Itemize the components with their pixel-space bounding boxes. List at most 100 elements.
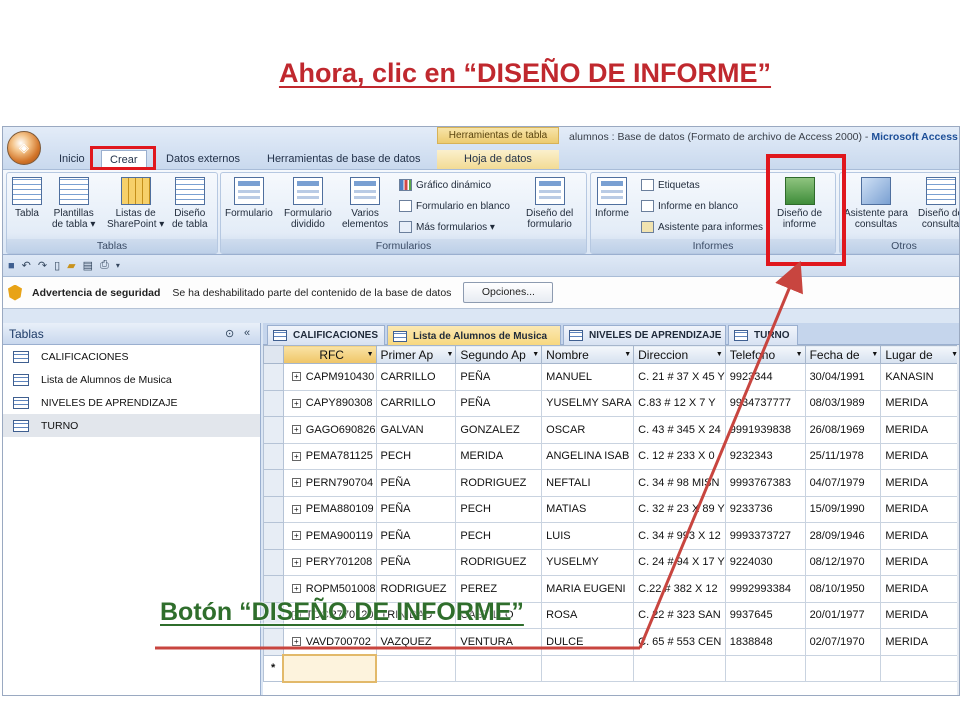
table-cell[interactable]: + PERN790704 xyxy=(282,469,377,497)
table-row[interactable]: + GAGO690826 GALVAN GONZALEZ OSCAR C. 43 # 34… xyxy=(263,416,959,444)
print-icon[interactable]: ⎙ xyxy=(100,259,109,272)
nav-item-niveles[interactable]: NIVELES DE APRENDIZAJE xyxy=(3,391,260,414)
table-cell[interactable]: C. 65 # 553 CEN xyxy=(633,628,726,656)
table-cell[interactable]: 9233736 xyxy=(724,495,806,523)
new-record-cell[interactable] xyxy=(375,654,457,682)
table-cell[interactable]: NEFTALI xyxy=(541,469,635,497)
table-cell[interactable]: ANGELINA ISAB xyxy=(541,442,635,470)
expand-row-icon[interactable]: + xyxy=(291,584,301,594)
table-cell[interactable]: ROSA xyxy=(541,601,635,629)
table-cell[interactable]: + CAPM910430 xyxy=(282,363,377,391)
table-cell[interactable]: MERIDA xyxy=(880,495,959,523)
new-record-cell[interactable] xyxy=(455,654,543,682)
table-cell[interactable]: 9934737777 xyxy=(724,389,806,417)
table-cell[interactable]: 08/10/1950 xyxy=(804,575,882,603)
options-button[interactable]: Opciones... xyxy=(463,282,554,303)
table-cell[interactable]: 15/09/1990 xyxy=(804,495,882,523)
formulario-blanco-button[interactable]: Formulario en blanco xyxy=(399,200,510,212)
undo-icon[interactable]: ↶ xyxy=(22,259,31,272)
row-selector[interactable] xyxy=(263,416,284,444)
table-cell[interactable]: MERIDA xyxy=(880,442,959,470)
expand-row-icon[interactable]: + xyxy=(291,398,301,408)
table-cell[interactable]: VAZQUEZ xyxy=(375,628,457,656)
tab-herramientas-bd[interactable]: Herramientas de base de datos xyxy=(267,150,420,169)
asistente-consultas-button[interactable]: Asistente para consultas xyxy=(844,177,908,230)
table-row[interactable]: + PERY701208 PEÑA RODRIGUEZ YUSELMY C. 24 # 9… xyxy=(263,548,959,576)
table-cell[interactable]: PEÑA xyxy=(375,522,457,550)
table-cell[interactable]: 9923344 xyxy=(724,363,806,391)
row-selector[interactable] xyxy=(263,495,284,523)
table-cell[interactable]: LUIS xyxy=(541,522,635,550)
table-cell[interactable]: KANASIN xyxy=(880,363,959,391)
table-cell[interactable]: MARIA EUGENI xyxy=(541,575,635,603)
table-cell[interactable]: 1838848 xyxy=(724,628,806,656)
table-row[interactable]: + VAVD700702 VAZQUEZ VENTURA DULCE C. 65 # 55… xyxy=(263,628,959,656)
collapse-pane-icon[interactable]: « xyxy=(244,327,250,339)
plantillas-tabla-button[interactable]: Plantillas de tabla ▾ xyxy=(52,177,95,230)
doctab-calificaciones[interactable]: CALIFICACIONES xyxy=(267,325,385,345)
table-cell[interactable]: C.83 # 12 X 7 Y xyxy=(633,389,726,417)
nav-item-lista-alumnos[interactable]: Lista de Alumnos de Musica xyxy=(3,368,260,391)
table-cell[interactable]: GONZALEZ xyxy=(455,416,543,444)
diseno-formulario-button[interactable]: Diseño del formulario xyxy=(526,177,573,230)
table-cell[interactable]: YUSELMY SARA xyxy=(541,389,635,417)
tab-hoja-de-datos[interactable]: Hoja de datos xyxy=(437,150,559,169)
expand-row-icon[interactable]: + xyxy=(291,451,301,461)
table-cell[interactable]: 04/07/1979 xyxy=(804,469,882,497)
table-cell[interactable]: C. 12 # 233 X 0 xyxy=(633,442,726,470)
table-cell[interactable]: C. 43 # 345 X 24 xyxy=(633,416,726,444)
column-header[interactable]: Primer Ap ▼ xyxy=(375,345,457,364)
table-cell[interactable]: MERIDA xyxy=(880,628,959,656)
expand-row-icon[interactable]: + xyxy=(291,504,301,514)
expand-row-icon[interactable]: + xyxy=(291,478,301,488)
customize-qat-icon[interactable]: ▾ xyxy=(116,261,120,270)
table-cell[interactable]: RODRIGUEZ xyxy=(455,469,543,497)
row-selector[interactable] xyxy=(263,522,284,550)
table-cell[interactable]: OSCAR xyxy=(541,416,635,444)
new-record-cell[interactable] xyxy=(804,654,882,682)
table-cell[interactable]: C. 34 # 98 MISN xyxy=(633,469,726,497)
tabla-button[interactable]: Tabla xyxy=(12,177,42,219)
table-cell[interactable]: C.22 # 382 X 12 xyxy=(633,575,726,603)
table-cell[interactable]: MERIDA xyxy=(880,601,959,629)
tab-inicio[interactable]: Inicio xyxy=(59,150,85,169)
table-cell[interactable]: 25/11/1978 xyxy=(804,442,882,470)
table-cell[interactable]: 28/09/1946 xyxy=(804,522,882,550)
nav-item-calificaciones[interactable]: CALIFICACIONES xyxy=(3,345,260,368)
column-header[interactable]: Lugar de ▼ xyxy=(880,345,959,364)
table-cell[interactable]: 08/03/1989 xyxy=(804,389,882,417)
table-cell[interactable]: GALVAN xyxy=(375,416,457,444)
table-cell[interactable]: PECH xyxy=(375,442,457,470)
doctab-niveles[interactable]: NIVELES DE APRENDIZAJE xyxy=(563,325,726,345)
informe-button[interactable]: Informe xyxy=(595,177,629,219)
row-selector[interactable] xyxy=(263,363,284,391)
etiquetas-button[interactable]: Etiquetas xyxy=(641,179,700,191)
table-cell[interactable]: + VAVD700702 xyxy=(282,628,377,656)
table-cell[interactable]: 9224030 xyxy=(724,548,806,576)
table-row[interactable]: + CAPY890308 CARRILLO PEÑA YUSELMY SARA C.83 … xyxy=(263,389,959,417)
table-cell[interactable]: C. 21 # 37 X 45 Y xyxy=(633,363,726,391)
formulario-dividido-button[interactable]: Formulario dividido xyxy=(284,177,332,230)
tab-datos-externos[interactable]: Datos externos xyxy=(166,150,240,169)
table-row[interactable]: + PEMA880109 PEÑA PECH MATIAS C. 32 # 23 X 89… xyxy=(263,495,959,523)
table-cell[interactable]: PEÑA xyxy=(375,469,457,497)
table-cell[interactable]: RODRIGUEZ xyxy=(455,548,543,576)
column-header[interactable]: Nombre ▼ xyxy=(541,345,635,364)
expand-row-icon[interactable]: + xyxy=(291,637,301,647)
varios-elementos-button[interactable]: Varios elementos xyxy=(342,177,388,230)
doctab-turno[interactable]: TURNO xyxy=(728,325,798,345)
column-header[interactable]: Fecha de ▼ xyxy=(804,345,882,364)
row-selector[interactable] xyxy=(263,548,284,576)
table-cell[interactable]: C. 32 # 23 X 89 Y xyxy=(633,495,726,523)
expand-row-icon[interactable]: + xyxy=(291,425,301,435)
table-cell[interactable]: 20/01/1977 xyxy=(804,601,882,629)
table-cell[interactable]: CARRILLO xyxy=(375,389,457,417)
table-cell[interactable]: MERIDA xyxy=(880,548,959,576)
table-cell[interactable]: + GAGO690826 xyxy=(282,416,377,444)
asistente-informes-button[interactable]: Asistente para informes xyxy=(641,221,763,233)
doctab-lista-alumnos[interactable]: Lista de Alumnos de Musica xyxy=(387,325,561,346)
redo-icon[interactable]: ↷ xyxy=(38,259,47,272)
table-cell[interactable]: VENTURA xyxy=(455,628,543,656)
expand-row-icon[interactable]: + xyxy=(291,557,301,567)
print-preview-icon[interactable]: ▤ xyxy=(83,259,93,272)
